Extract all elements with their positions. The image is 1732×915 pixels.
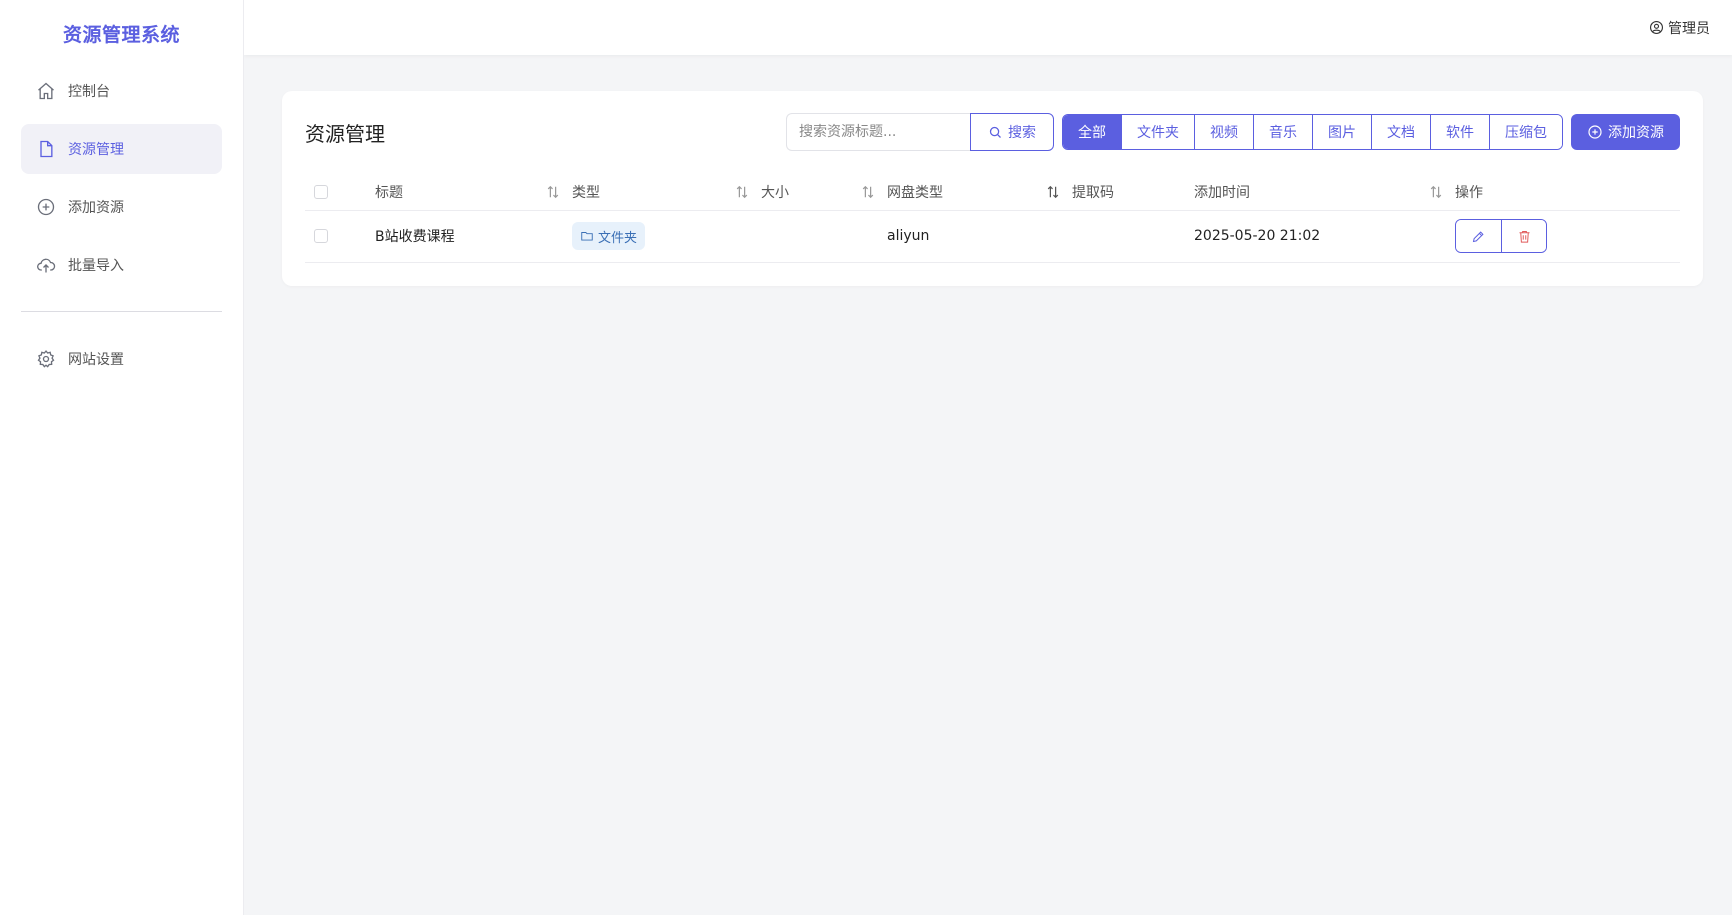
select-all-cell <box>305 174 375 211</box>
filter-document[interactable]: 文档 <box>1371 115 1430 149</box>
column-header-type[interactable]: 类型 <box>572 174 761 211</box>
search-input[interactable] <box>786 113 970 151</box>
plus-circle-icon <box>36 197 56 217</box>
row-select-cell <box>305 210 375 263</box>
user-menu[interactable]: 管理员 <box>1649 18 1710 38</box>
add-resource-label: 添加资源 <box>1608 125 1664 141</box>
add-resource-button[interactable]: 添加资源 <box>1571 114 1680 150</box>
cell-title: B站收费课程 <box>375 210 572 263</box>
resource-table: 标题 类型 大小 网盘类型 提取码 添加时间 操作 B站收费课程 文件夹 ali… <box>305 174 1680 263</box>
type-filter-group: 全部 文件夹 视频 音乐 图片 文档 软件 压缩包 <box>1062 114 1563 150</box>
sidebar-nav-bottom: 网站设置 <box>0 334 243 384</box>
select-all-checkbox[interactable] <box>314 184 328 199</box>
edit-button[interactable] <box>1456 220 1501 252</box>
topbar: 管理员 <box>244 0 1732 55</box>
sidebar-item-label: 添加资源 <box>68 200 124 216</box>
sort-icon[interactable] <box>735 185 749 199</box>
sidebar-item-batch-import[interactable]: 批量导入 <box>21 240 222 290</box>
resource-card: 资源管理 搜索 全部 文件夹 视频 <box>282 91 1703 286</box>
row-actions <box>1455 219 1547 253</box>
sort-icon[interactable] <box>1046 185 1060 199</box>
gear-icon <box>36 349 56 369</box>
column-header-title[interactable]: 标题 <box>375 174 572 211</box>
user-circle-icon <box>1649 20 1664 35</box>
filter-software[interactable]: 软件 <box>1430 115 1489 149</box>
filter-all[interactable]: 全部 <box>1063 115 1121 149</box>
sidebar-item-dashboard[interactable]: 控制台 <box>21 66 222 116</box>
table-header-row: 标题 类型 大小 网盘类型 提取码 添加时间 操作 <box>305 174 1680 211</box>
sidebar-nav: 控制台 资源管理 添加资源 批量导入 <box>0 66 243 290</box>
app: 资源管理系统 控制台 资源管理 添加资源 批量导入 网站设置 管理员 资源管理 … <box>0 0 1732 915</box>
sidebar-item-resource-management[interactable]: 资源管理 <box>21 124 222 174</box>
sidebar-item-label: 网站设置 <box>68 352 124 368</box>
search-icon <box>988 125 1008 140</box>
trash-icon <box>1519 230 1529 243</box>
page-title: 资源管理 <box>305 121 385 146</box>
sidebar-item-add-resource[interactable]: 添加资源 <box>21 182 222 232</box>
delete-button[interactable] <box>1501 220 1546 252</box>
brand-title: 资源管理系统 <box>62 23 180 46</box>
pencil-icon <box>1472 230 1484 242</box>
folder-icon <box>580 229 598 243</box>
cell-actions <box>1455 210 1680 263</box>
sort-icon[interactable] <box>1429 185 1443 199</box>
sort-icon[interactable] <box>546 185 560 199</box>
filter-archive[interactable]: 压缩包 <box>1489 115 1562 149</box>
row-checkbox[interactable] <box>314 229 328 243</box>
column-header-pan-type[interactable]: 网盘类型 <box>887 174 1072 211</box>
filter-image[interactable]: 图片 <box>1312 115 1371 149</box>
sort-icon[interactable] <box>861 185 875 199</box>
sidebar-item-label: 控制台 <box>68 84 110 100</box>
search-button-label: 搜索 <box>1008 125 1036 141</box>
sidebar-item-label: 批量导入 <box>68 258 124 274</box>
cloud-upload-icon <box>36 255 56 275</box>
sidebar-item-label: 资源管理 <box>68 142 124 158</box>
card-header: 资源管理 搜索 全部 文件夹 视频 <box>305 113 1680 151</box>
cell-added-time: 2025-05-20 21:02 <box>1194 210 1455 263</box>
user-name: 管理员 <box>1668 20 1710 37</box>
sidebar-divider <box>21 311 222 312</box>
filter-video[interactable]: 视频 <box>1194 115 1253 149</box>
cell-type: 文件夹 <box>572 210 761 263</box>
column-header-added-time[interactable]: 添加时间 <box>1194 174 1455 211</box>
home-icon <box>36 81 56 101</box>
sidebar: 资源管理系统 控制台 资源管理 添加资源 批量导入 网站设置 <box>0 0 244 915</box>
file-icon <box>36 139 56 159</box>
main-area: 管理员 资源管理 搜索资源标题... 搜索 全部 文件夹 视频 音乐 图片 文档… <box>244 0 1732 915</box>
cell-code <box>1072 210 1194 263</box>
column-header-code: 提取码 <box>1072 174 1194 211</box>
column-header-actions: 操作 <box>1455 174 1680 211</box>
sidebar-item-site-settings[interactable]: 网站设置 <box>21 334 222 384</box>
search-button[interactable]: 搜索 <box>970 113 1054 151</box>
cell-pan-type: aliyun <box>887 210 1072 263</box>
filter-folder[interactable]: 文件夹 <box>1121 115 1194 149</box>
content: 资源管理 搜索 全部 文件夹 视频 <box>244 55 1732 286</box>
table-row: B站收费课程 文件夹 aliyun 2025-05-20 21:02 <box>305 210 1680 263</box>
filter-music[interactable]: 音乐 <box>1253 115 1312 149</box>
plus-circle-icon <box>1587 124 1608 140</box>
search-group: 搜索 <box>786 113 1054 151</box>
type-tag: 文件夹 <box>572 222 646 250</box>
cell-size <box>761 210 887 263</box>
column-header-size[interactable]: 大小 <box>761 174 887 211</box>
